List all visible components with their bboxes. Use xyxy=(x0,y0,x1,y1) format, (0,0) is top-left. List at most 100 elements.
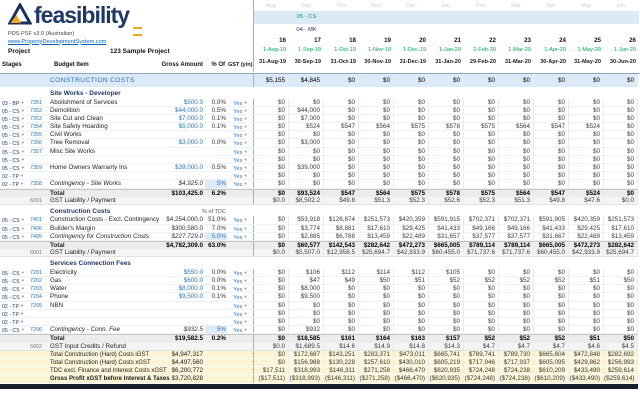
month-value: $0 xyxy=(393,74,428,87)
gst-select[interactable]: Yes▾ xyxy=(227,326,253,333)
gst-select[interactable]: Yes▾ xyxy=(227,225,253,232)
stage-select[interactable]: 05 - CS▾ xyxy=(0,164,30,171)
gst-select[interactable]: Yes▾ xyxy=(227,115,253,122)
subsection-title: Construction Costs xyxy=(0,208,150,217)
gst-select[interactable]: Yes▾ xyxy=(227,148,253,155)
gross-amount[interactable] xyxy=(150,302,205,309)
stage-select[interactable]: 03 - BP▾ xyxy=(0,99,30,106)
stage-select[interactable]: 05 - CS▾ xyxy=(0,285,30,292)
pct-value[interactable]: 5% xyxy=(205,326,227,333)
gst-select[interactable]: Yes▾ xyxy=(227,293,253,300)
month-value: $0 xyxy=(568,302,603,309)
stage-select[interactable]: 02 - TP▾ xyxy=(0,180,30,187)
stage-select xyxy=(0,249,30,256)
stage-select[interactable]: 05 - CS▾ xyxy=(0,225,30,232)
stage-select[interactable]: 05 - CS▾ xyxy=(0,148,30,155)
month-value: $17,610 xyxy=(358,225,393,232)
stage-select[interactable]: 02 - TP▾ xyxy=(0,310,30,317)
gst-select[interactable]: Yes▾ xyxy=(227,277,253,284)
gst-select[interactable]: Yes▾ xyxy=(227,164,253,171)
gst-select[interactable]: Yes▾ xyxy=(227,99,253,106)
month-value: $4.6 xyxy=(568,343,603,350)
item-name: Demolition xyxy=(50,107,150,114)
gst-select[interactable]: Yes▾ xyxy=(227,318,253,325)
gross-amount[interactable]: $9,500.0 xyxy=(150,293,205,300)
stage-select[interactable]: 05 - CS▾ xyxy=(0,115,30,122)
gst-select[interactable]: Yes▾ xyxy=(227,180,253,187)
gst-select[interactable]: Yes▾ xyxy=(227,302,253,309)
stage-select[interactable]: 05 - CS▾ xyxy=(0,293,30,300)
stage-select[interactable]: 05 - CS▾ xyxy=(0,233,30,240)
budget-code: 7355 xyxy=(30,131,50,138)
gst-select[interactable]: Yes▾ xyxy=(227,156,253,163)
row-site-cut-and-clean: 05 - CS▾7353Site Cut and Clean$7,000.00.… xyxy=(0,115,638,123)
period-start-date: 1-Aug-19 xyxy=(254,46,289,55)
stage-marker-cell xyxy=(394,11,429,24)
gst-select[interactable]: Yes▾ xyxy=(227,107,253,114)
gst-select[interactable]: Yes▾ xyxy=(227,172,253,179)
gst-select xyxy=(227,343,253,350)
month-name-4: Dec. xyxy=(394,0,429,11)
gross-amount[interactable]: $5,000.0 xyxy=(150,123,205,130)
gross-amount[interactable] xyxy=(150,148,205,155)
gross-amount[interactable] xyxy=(150,131,205,138)
month-value: $0 xyxy=(323,326,358,333)
month-value: $0 xyxy=(498,115,533,122)
row-gross-profit: Gross Profit xGST before Interest & Taxe… xyxy=(0,375,638,383)
gross-amount[interactable]: $500.0 xyxy=(150,99,205,106)
gross-amount xyxy=(150,343,205,350)
month-value: $0 xyxy=(568,148,603,155)
gst-select[interactable]: Yes▾ xyxy=(227,310,253,317)
gross-amount: $4,254,000.0 xyxy=(150,216,205,223)
item-name: Builder's Margin xyxy=(50,225,150,232)
pct-value xyxy=(205,351,227,358)
month-value: $0.0 xyxy=(253,197,288,204)
gross-amount[interactable]: $3,000.0 xyxy=(150,139,205,146)
stage-select[interactable]: 05 - CS▾ xyxy=(0,156,30,163)
stage-select[interactable]: 02 - TP▾ xyxy=(0,318,30,325)
item-name: Construction Costs - Excl. Contingency xyxy=(50,216,150,223)
gross-amount[interactable]: $39,000.0 xyxy=(150,164,205,171)
stage-select[interactable]: 05 - CS▾ xyxy=(0,269,30,276)
stage-select[interactable]: 05 - CS▾ xyxy=(0,131,30,138)
stage-select[interactable]: 05 - CS▾ xyxy=(0,216,30,223)
month-value: $0 xyxy=(393,318,428,325)
gst-select[interactable]: Yes▾ xyxy=(227,123,253,130)
month-value: $22,489 xyxy=(393,233,428,240)
stage-select[interactable]: 02 - TP▾ xyxy=(0,302,30,309)
gross-amount: $300,580.0 xyxy=(150,225,205,232)
month-value: $0 xyxy=(393,293,428,300)
website-link[interactable]: www.PropertyDevelopmentSystem.com xyxy=(8,39,106,45)
stage-select[interactable]: 05 - CS▾ xyxy=(0,277,30,284)
stage-select[interactable]: 05 - CS▾ xyxy=(0,326,30,333)
gross-amount[interactable]: $7,000.0 xyxy=(150,115,205,122)
gst-select[interactable]: Yes▾ xyxy=(227,216,253,223)
gross-amount[interactable]: $550.0 xyxy=(150,269,205,276)
month-value: $0 xyxy=(428,293,463,300)
gst-select[interactable]: Yes▾ xyxy=(227,233,253,240)
stage-select[interactable]: 05 - CS▾ xyxy=(0,123,30,130)
pct-value xyxy=(205,197,227,204)
project-name[interactable]: 123 Sample Project xyxy=(110,48,170,55)
gst-select[interactable]: Yes▾ xyxy=(227,285,253,292)
gross-amount[interactable]: $44,000.0 xyxy=(150,107,205,114)
item-name: Civil Works xyxy=(50,131,150,138)
month-value: $39,000 xyxy=(288,164,323,171)
sheet-bottom-border xyxy=(0,384,638,389)
chevron-down-icon: ▾ xyxy=(22,286,24,291)
item-name: Total xyxy=(50,190,150,197)
pct-value[interactable]: 5% xyxy=(205,180,227,187)
pct-value[interactable]: 5.0% xyxy=(205,233,227,240)
gross-amount[interactable]: $600.0 xyxy=(150,277,205,284)
gst-select[interactable]: Yes▾ xyxy=(227,139,253,146)
gst-select[interactable]: Yes▾ xyxy=(227,269,253,276)
month-value: $146,311 xyxy=(323,367,358,374)
stage-select[interactable]: 02 - TP▾ xyxy=(0,172,30,179)
row-blank-sw-2: 02 - TP▾Yes▾$0$0$0$0$0$0$0$0$0$0$0 xyxy=(0,172,638,180)
gst-select[interactable]: Yes▾ xyxy=(227,131,253,138)
stage-select[interactable]: 05 - CS▾ xyxy=(0,107,30,114)
gross-amount[interactable]: $8,000.0 xyxy=(150,285,205,292)
pct-value: 0.0% xyxy=(205,277,227,284)
month-value: $0 xyxy=(568,139,603,146)
stage-select[interactable]: 05 - CS▾ xyxy=(0,139,30,146)
